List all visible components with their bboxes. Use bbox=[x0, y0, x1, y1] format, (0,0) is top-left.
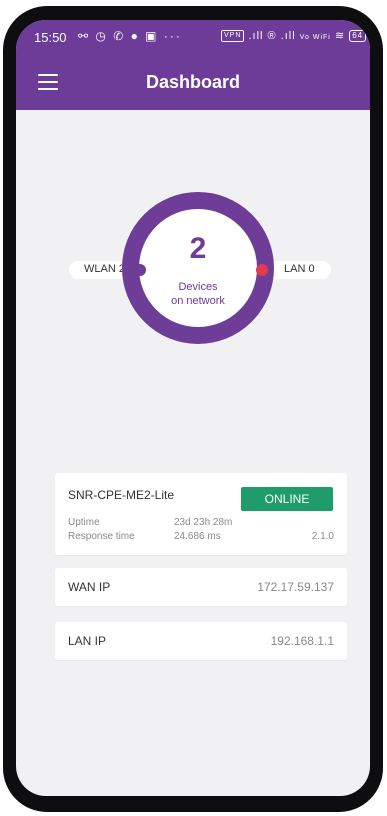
wan-ip-value: 172.17.59.137 bbox=[257, 580, 334, 594]
devices-label-line2: on network bbox=[171, 295, 225, 307]
wlan-count-label: WLAN 2 bbox=[84, 263, 125, 275]
firmware-version: 2.1.0 bbox=[311, 531, 334, 542]
lan-ip-value: 192.168.1.1 bbox=[270, 634, 334, 648]
signal-icon: .ıll ® .ıll bbox=[248, 30, 296, 42]
wifi-icon: ≋ bbox=[334, 30, 346, 42]
status-badge: ONLINE bbox=[241, 487, 333, 511]
status-bar: 15:50 ⚯ ◷ ✆ ● ▣ ··· VPN .ıll ® .ıll Vo W… bbox=[16, 20, 370, 56]
phone-frame: 15:50 ⚯ ◷ ✆ ● ▣ ··· VPN .ıll ® .ıll Vo W… bbox=[3, 6, 383, 812]
response-time-value: 24.686 ms bbox=[174, 531, 221, 542]
uptime-label: Uptime bbox=[68, 517, 100, 528]
wan-ip-card[interactable]: WAN IP 172.17.59.137 bbox=[55, 568, 347, 606]
network-hub: WLAN 2 LAN 0 2 Devices on network bbox=[16, 110, 370, 410]
wlan-dot-icon bbox=[134, 264, 146, 276]
page-title: Dashboard bbox=[145, 72, 241, 92]
battery-icon: 64 bbox=[349, 30, 367, 43]
notification-icons: ⚯ ◷ ✆ ● ▣ ··· bbox=[78, 29, 182, 43]
lan-ip-label: LAN IP bbox=[68, 634, 107, 648]
status-time: 15:50 bbox=[34, 30, 67, 45]
top-bar: 15:50 ⚯ ◷ ✆ ● ▣ ··· VPN .ıll ® .ıll Vo W… bbox=[16, 20, 370, 110]
screen: 15:50 ⚯ ◷ ✆ ● ▣ ··· VPN .ıll ® .ıll Vo W… bbox=[16, 20, 370, 796]
devices-label: Devices on network bbox=[122, 280, 274, 308]
device-card[interactable]: SNR-CPE-ME2-Lite ONLINE Uptime 23d 23h 2… bbox=[55, 473, 347, 555]
lan-dot-icon bbox=[256, 264, 268, 276]
device-name: SNR-CPE-ME2-Lite bbox=[68, 488, 175, 502]
response-time-label: Response time bbox=[68, 531, 135, 542]
system-icons: VPN .ıll ® .ıll Vo WiFi ≋ 64 bbox=[221, 29, 367, 43]
wan-ip-label: WAN IP bbox=[68, 580, 111, 594]
lan-count-label: LAN 0 bbox=[284, 263, 315, 275]
volte-wifi-icon: Vo WiFi bbox=[299, 34, 331, 41]
vpn-icon: VPN bbox=[221, 30, 245, 43]
devices-label-line1: Devices bbox=[178, 281, 218, 293]
lan-ip-card[interactable]: LAN IP 192.168.1.1 bbox=[55, 622, 347, 660]
device-count: 2 bbox=[189, 232, 207, 265]
uptime-value: 23d 23h 28m bbox=[174, 517, 233, 528]
app-bar: Dashboard bbox=[16, 60, 370, 110]
